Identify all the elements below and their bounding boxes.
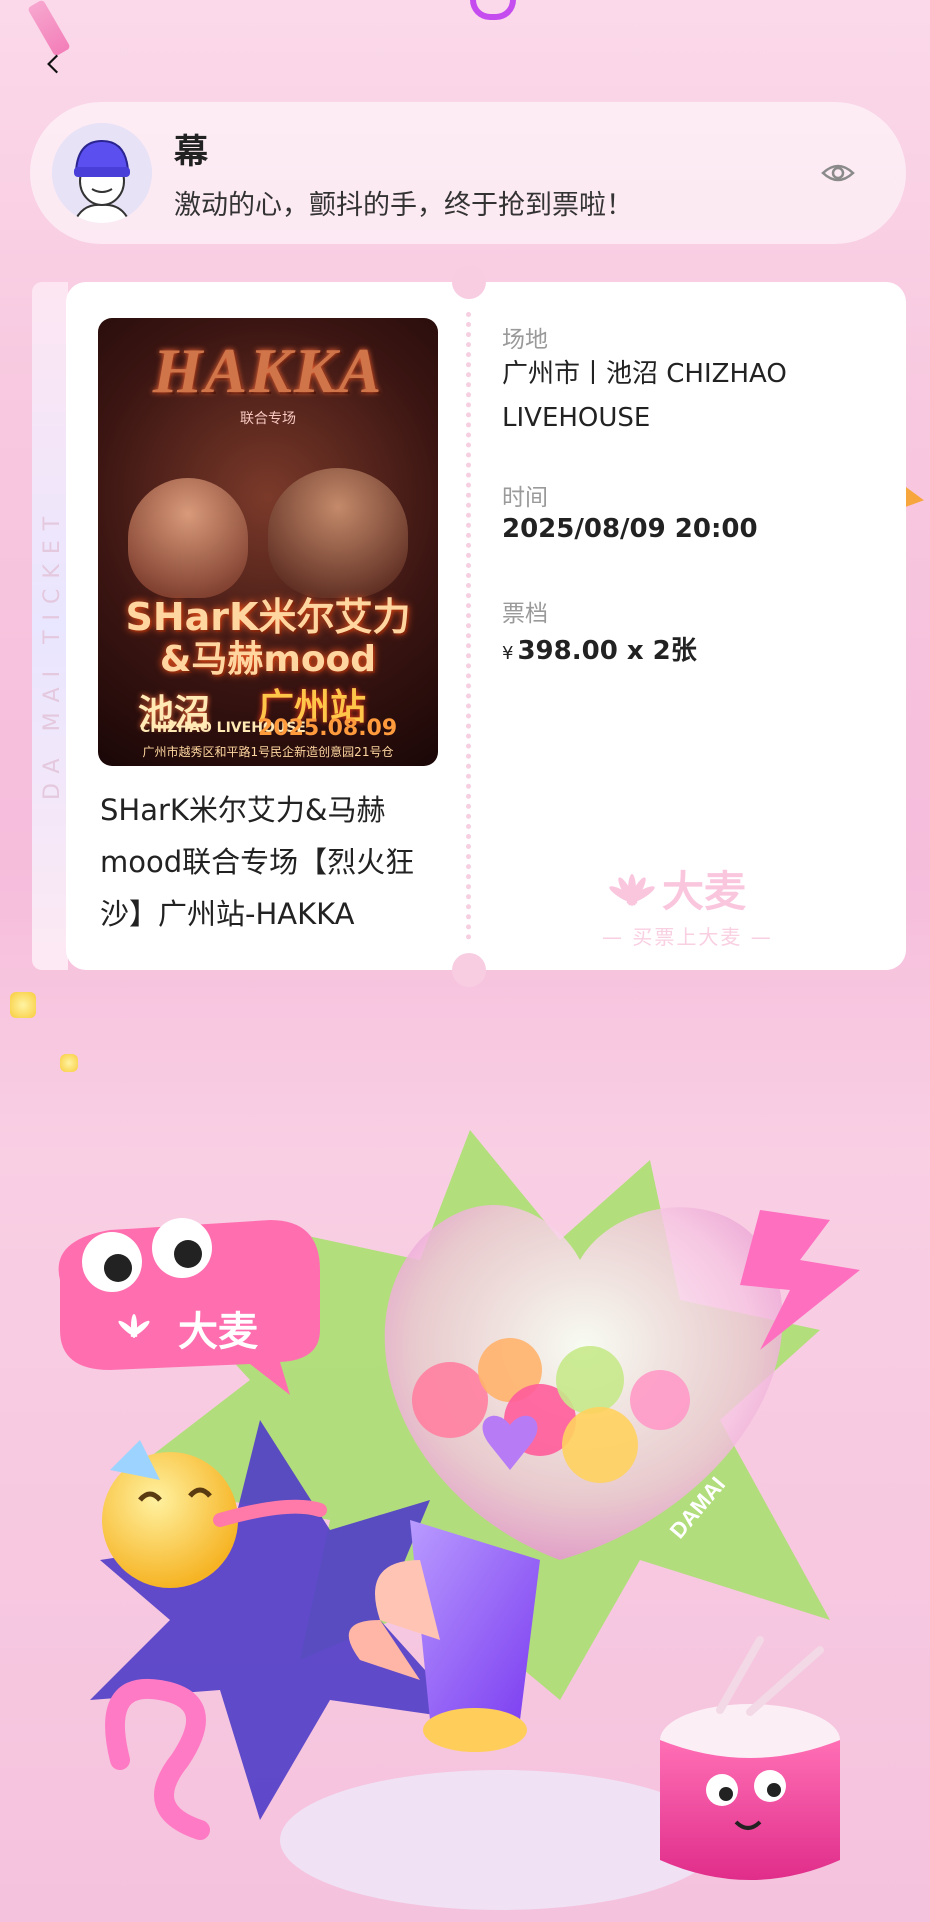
- damai-logo-icon: [609, 874, 655, 906]
- venue-value: 广州市丨池沼 CHIZHAO LIVEHOUSE: [502, 359, 787, 433]
- message-card: 幕 激动的心，颤抖的手，终于抢到票啦！: [30, 102, 906, 244]
- ticket-card[interactable]: HAKKA 联合专场 SHarK米尔艾力 &马赫mood 池沼 广州站 CHIZ…: [66, 265, 906, 987]
- avatar[interactable]: [52, 123, 152, 223]
- damai-speech-bubble: 大麦: [58, 1218, 320, 1395]
- confetti-swirl: [470, 0, 516, 20]
- damai-slogan: — 买票上大麦 —: [602, 925, 773, 949]
- time-value: 2025/08/09 20:00: [502, 514, 758, 544]
- message-text: 激动的心，颤抖的手，终于抢到票啦！: [174, 190, 633, 221]
- poster-performer-left: [128, 478, 248, 598]
- celebration-illustration: 大麦 DAMAI: [58, 1130, 860, 1910]
- bubble-text: 大麦: [178, 1310, 258, 1354]
- poster-performer-right: [268, 468, 408, 598]
- sender-name: 幕: [174, 132, 208, 172]
- event-poster[interactable]: HAKKA 联合专场 SHarK米尔艾力 &马赫mood 池沼 广州站 CHIZ…: [98, 318, 438, 766]
- tier-value: ¥398.00 x 2张: [502, 630, 697, 667]
- ticket-perforation: [466, 312, 471, 940]
- damai-brand: 大麦: [662, 867, 747, 916]
- event-title[interactable]: SHarK米尔艾力&马赫mood联合专场【烈火狂沙】广州站-HAKKA: [100, 784, 450, 940]
- damai-watermark: 大麦 — 买票上大麦 —: [602, 858, 773, 950]
- venue-label: 场地: [502, 327, 548, 353]
- chevron-left-icon: [47, 54, 59, 74]
- poster-date: 2025.08.09: [258, 716, 398, 741]
- poster-artist-line2: &马赫mood: [159, 639, 377, 680]
- poster-subtitle: 联合专场: [240, 411, 296, 427]
- tier-price: 398.00 x 2张: [517, 636, 697, 666]
- back-button[interactable]: [34, 44, 74, 84]
- time-label: 时间: [502, 485, 548, 511]
- tier-label: 票档: [502, 601, 548, 627]
- eye-icon[interactable]: [818, 153, 858, 193]
- ticket-notch: [452, 265, 486, 299]
- currency-symbol: ¥: [502, 643, 514, 664]
- ticket-notch: [452, 953, 486, 987]
- poster-title: HAKKA: [152, 335, 384, 406]
- ticket-side-text: DA MAI TICKET: [40, 506, 65, 800]
- poster-address: 广州市越秀区和平路1号民企新造创意园21号仓: [142, 745, 394, 759]
